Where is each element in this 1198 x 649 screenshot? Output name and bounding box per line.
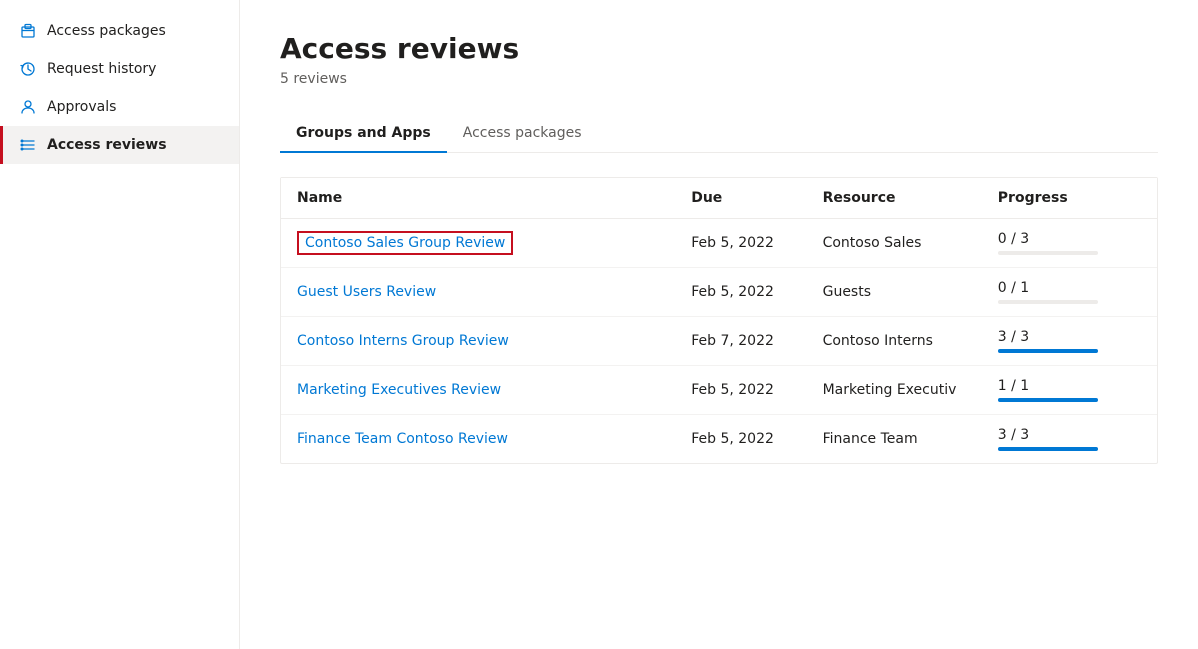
progress-bar-fill: [998, 349, 1098, 353]
review-due: Feb 7, 2022: [675, 317, 806, 366]
table-row: Guest Users Review Feb 5, 2022Guests 0 / 1: [281, 268, 1157, 317]
sidebar-item-label: Access reviews: [47, 137, 167, 153]
review-due: Feb 5, 2022: [675, 268, 806, 317]
reviews-table: Name Due Resource Progress Contoso Sales…: [280, 177, 1158, 464]
review-name-link[interactable]: Finance Team Contoso Review: [297, 431, 508, 447]
progress-text: 0 / 3: [998, 231, 1141, 247]
reviews-icon: [19, 136, 37, 154]
progress-bar-track: [998, 398, 1098, 402]
progress-text: 3 / 3: [998, 427, 1141, 443]
progress-text: 0 / 1: [998, 280, 1141, 296]
progress-bar-fill: [998, 447, 1098, 451]
table-row: Marketing Executives Review Feb 5, 2022Ma…: [281, 366, 1157, 415]
sidebar-item-label: Access packages: [47, 23, 166, 39]
review-progress: 0 / 3: [982, 219, 1157, 268]
sidebar: Access packages Request history Approval…: [0, 0, 240, 649]
col-header-resource: Resource: [807, 178, 982, 219]
review-progress: 1 / 1: [982, 366, 1157, 415]
review-name-link[interactable]: Marketing Executives Review: [297, 382, 501, 398]
review-name-link[interactable]: Guest Users Review: [297, 284, 436, 300]
review-name-link[interactable]: Contoso Interns Group Review: [297, 333, 509, 349]
review-progress: 3 / 3: [982, 415, 1157, 464]
sidebar-item-label: Request history: [47, 61, 156, 77]
review-resource: Contoso Interns: [807, 317, 982, 366]
review-due: Feb 5, 2022: [675, 415, 806, 464]
review-progress: 3 / 3: [982, 317, 1157, 366]
review-due: Feb 5, 2022: [675, 366, 806, 415]
progress-bar-track: [998, 447, 1098, 451]
table-row: Contoso Sales Group Review Feb 5, 2022Con…: [281, 219, 1157, 268]
page-title: Access reviews: [280, 32, 1158, 65]
progress-text: 3 / 3: [998, 329, 1141, 345]
table-row: Contoso Interns Group Review Feb 7, 2022C…: [281, 317, 1157, 366]
tab-access-packages[interactable]: Access packages: [447, 115, 598, 153]
sidebar-item-label: Approvals: [47, 99, 116, 115]
progress-bar-fill: [998, 398, 1098, 402]
progress-bar-track: [998, 349, 1098, 353]
review-resource: Finance Team: [807, 415, 982, 464]
progress-text: 1 / 1: [998, 378, 1141, 394]
sidebar-item-approvals[interactable]: Approvals: [0, 88, 239, 126]
review-progress: 0 / 1: [982, 268, 1157, 317]
main-content: Access reviews 5 reviews Groups and Apps…: [240, 0, 1198, 649]
review-resource: Guests: [807, 268, 982, 317]
review-due: Feb 5, 2022: [675, 219, 806, 268]
sidebar-item-access-packages[interactable]: Access packages: [0, 12, 239, 50]
package-icon: [19, 22, 37, 40]
progress-bar-track: [998, 251, 1098, 255]
review-resource: Contoso Sales: [807, 219, 982, 268]
history-icon: [19, 60, 37, 78]
review-resource: Marketing Executiv: [807, 366, 982, 415]
tab-groups-and-apps[interactable]: Groups and Apps: [280, 115, 447, 153]
col-header-progress: Progress: [982, 178, 1157, 219]
progress-bar-track: [998, 300, 1098, 304]
sidebar-item-request-history[interactable]: Request history: [0, 50, 239, 88]
table-row: Finance Team Contoso Review Feb 5, 2022Fi…: [281, 415, 1157, 464]
tabs: Groups and Apps Access packages: [280, 115, 1158, 153]
col-header-name: Name: [281, 178, 675, 219]
sidebar-item-access-reviews[interactable]: Access reviews: [0, 126, 239, 164]
approvals-icon: [19, 98, 37, 116]
review-name-link[interactable]: Contoso Sales Group Review: [297, 231, 513, 255]
col-header-due: Due: [675, 178, 806, 219]
page-subtitle: 5 reviews: [280, 71, 1158, 87]
